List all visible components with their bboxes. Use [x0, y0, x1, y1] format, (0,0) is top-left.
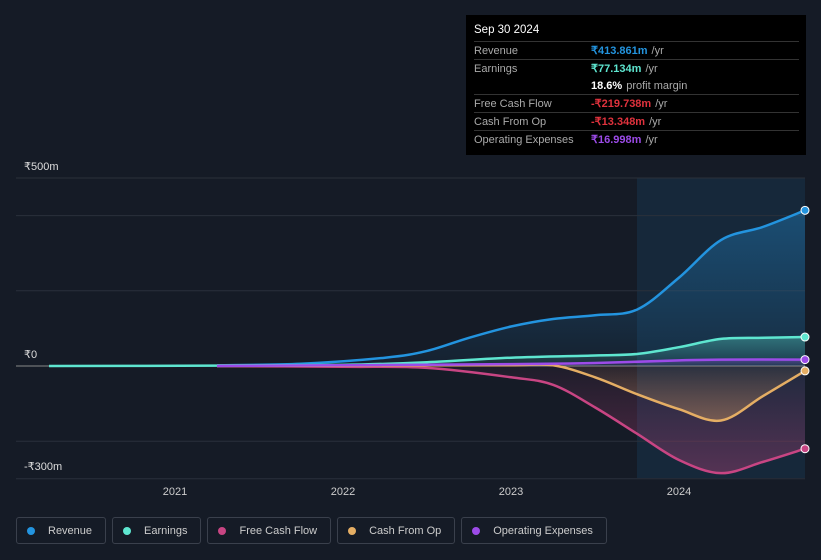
- legend-dot-icon: [27, 526, 35, 535]
- end-point: [800, 366, 810, 376]
- tooltip-row: Free Cash Flow -₹219.738m/yr: [474, 94, 799, 112]
- legend-dot-icon: [218, 526, 227, 535]
- x-tick-2023: 2023: [499, 486, 523, 498]
- legend-item-earnings[interactable]: Earnings: [112, 517, 202, 544]
- end-point: [800, 355, 810, 365]
- legend-dot-icon: [472, 526, 481, 535]
- tooltip-row: Cash From Op -₹13.348m/yr: [474, 112, 799, 130]
- y-tick-0: ₹0: [24, 349, 38, 361]
- tooltip-unit: /yr: [649, 115, 662, 128]
- tooltip-row: Earnings ₹77.134m/yr: [474, 59, 799, 77]
- tooltip-row: 18.6% profit margin: [474, 77, 799, 94]
- tooltip-value: -₹13.348m: [591, 116, 646, 128]
- tooltip-date: Sep 30 2024: [474, 24, 540, 36]
- tooltip-unit: /yr: [645, 133, 658, 146]
- tooltip-value: ₹16.998m: [591, 134, 642, 146]
- tooltip-label: Earnings: [474, 62, 518, 75]
- legend: Revenue Earnings Free Cash Flow Cash From O…: [16, 517, 607, 544]
- tooltip-row: Operating Expenses ₹16.998m/yr: [474, 130, 799, 148]
- x-tick-2024: 2024: [667, 486, 691, 498]
- tooltip-unit: profit margin: [626, 79, 688, 92]
- tooltip-label: Revenue: [474, 44, 519, 57]
- tooltip-unit: /yr: [651, 44, 664, 57]
- legend-item-operating-expenses[interactable]: Operating Expenses: [461, 517, 607, 544]
- tooltip-label: Free Cash Flow: [474, 97, 552, 110]
- tooltip-unit: /yr: [655, 97, 668, 110]
- legend-label: Free Cash Flow: [239, 524, 318, 537]
- end-point: [800, 332, 810, 342]
- tooltip-row: Revenue ₹413.861m/yr: [474, 41, 799, 59]
- legend-label: Revenue: [48, 524, 93, 537]
- tooltip-unit: /yr: [645, 62, 658, 75]
- legend-label: Cash From Op: [369, 524, 442, 537]
- tooltip-value: 18.6%: [591, 79, 623, 92]
- end-point: [800, 444, 810, 454]
- end-point: [800, 205, 810, 215]
- y-tick-500: ₹500m: [24, 161, 59, 173]
- x-tick-2022: 2022: [331, 486, 355, 498]
- legend-label: Earnings: [144, 524, 188, 537]
- x-tick-2021: 2021: [163, 486, 187, 498]
- legend-item-revenue[interactable]: Revenue: [16, 517, 107, 544]
- tooltip-label: Cash From Op: [474, 115, 547, 128]
- legend-dot-icon: [123, 526, 132, 535]
- tooltip-value: -₹219.738m: [591, 98, 652, 110]
- tooltip-value: ₹413.861m: [591, 45, 648, 57]
- y-tick-neg300: -₹300m: [24, 461, 63, 473]
- legend-label: Operating Expenses: [493, 524, 593, 537]
- tooltip-label: Operating Expenses: [474, 133, 574, 146]
- legend-item-free-cash-flow[interactable]: Free Cash Flow: [207, 517, 332, 544]
- legend-dot-icon: [348, 526, 357, 535]
- tooltip: Sep 30 2024 Revenue ₹413.861m/yr Earnings ₹…: [466, 15, 806, 155]
- legend-item-cash-from-op[interactable]: Cash From Op: [337, 517, 456, 544]
- tooltip-value: ₹77.134m: [591, 63, 642, 75]
